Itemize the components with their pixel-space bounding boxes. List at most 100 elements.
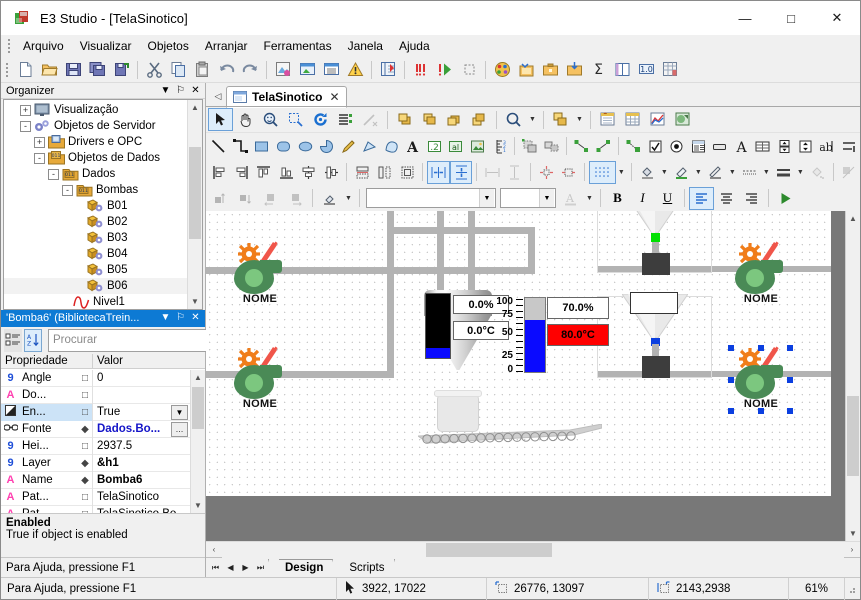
tree-item-bombas[interactable]: -011 Bombas [4, 182, 187, 198]
categorized-view-icon[interactable] [4, 328, 22, 352]
font-color-icon[interactable]: A [558, 187, 583, 210]
property-row[interactable]: A Do... □ [1, 386, 190, 405]
chevron-down-icon[interactable]: ▼ [693, 161, 705, 184]
align-text-center-icon[interactable] [714, 187, 739, 210]
listbox-icon[interactable] [687, 135, 709, 158]
property-row[interactable]: 9 Angle □ 0 [1, 370, 190, 388]
menu-objetos[interactable]: Objetos [140, 36, 197, 56]
property-value-cell[interactable]: Dados.Bo...… [93, 421, 190, 437]
center-vertically-icon[interactable] [449, 160, 473, 184]
tree-item-b05[interactable]: B05 [4, 262, 187, 278]
line-style-icon[interactable] [738, 161, 760, 184]
chart-object-icon[interactable] [670, 108, 695, 131]
selection-handle[interactable] [758, 345, 764, 351]
tree-item-visualiza-o[interactable]: + Visualização [4, 102, 187, 118]
chevron-down-icon[interactable]: ▼ [573, 108, 586, 131]
pencil-icon[interactable] [337, 135, 359, 158]
chevron-down-icon[interactable]: ▼ [658, 161, 670, 184]
chevron-down-icon[interactable]: ▼ [795, 161, 807, 184]
bring-to-front-icon[interactable] [392, 108, 417, 131]
close-icon[interactable]: ✕ [188, 83, 203, 98]
rectangle-icon[interactable] [251, 135, 273, 158]
selection-handle[interactable] [787, 377, 793, 383]
canvas-hscrollbar[interactable]: ‹ › [206, 541, 860, 558]
tree-item-nivel1[interactable]: Nivel1 [4, 294, 187, 310]
align-text-left-icon[interactable] [689, 186, 714, 210]
resize-grip-icon[interactable] [844, 577, 860, 600]
ellipse-icon[interactable] [294, 135, 316, 158]
tree-item-b01[interactable]: B01 [4, 198, 187, 214]
pin-icon[interactable]: ⚐ [173, 83, 188, 98]
property-row[interactable]: A Name ◆ Bomba6 [1, 471, 190, 490]
canvas-viewport[interactable]: 0.0% 0.0°C 100 75 50 25 0 70.0% 80.0°C N… [206, 211, 845, 541]
run-play-icon[interactable] [433, 59, 457, 81]
formula-icon[interactable]: 1.0 [634, 59, 658, 81]
close-icon[interactable]: ✕ [329, 90, 339, 104]
menu-visualizar[interactable]: Visualizar [72, 36, 140, 56]
same-width-icon[interactable] [351, 161, 373, 184]
property-value-cell[interactable]: Bomba6 [93, 474, 190, 486]
group-objects-icon[interactable] [519, 135, 541, 158]
tree-item-drivers-e-opc[interactable]: + Drivers e OPC [4, 134, 187, 150]
setpoint-icon[interactable]: al [445, 135, 467, 158]
scroll-left-icon[interactable]: ‹ [206, 542, 222, 558]
sum-sigma-icon[interactable]: Σ [586, 59, 610, 81]
alarm-object-icon[interactable] [595, 108, 620, 131]
checkbox-icon[interactable] [644, 135, 666, 158]
redo-arrow-icon[interactable] [238, 59, 262, 81]
save-all-icon[interactable] [85, 59, 109, 81]
equipment-box-bottom-right[interactable] [642, 356, 670, 378]
tree-item-b04[interactable]: B04 [4, 246, 187, 262]
stop-run-icon[interactable] [409, 59, 433, 81]
align-center-h-icon[interactable] [298, 161, 320, 184]
open-folder-icon[interactable] [37, 59, 61, 81]
library-icon[interactable] [514, 59, 538, 81]
scroll-thumb[interactable] [192, 387, 204, 430]
select-arrow-icon[interactable] [208, 108, 233, 131]
property-value-cell[interactable]: 0 [93, 372, 190, 384]
label-A-icon[interactable]: A [731, 135, 753, 158]
canvas-vscrollbar[interactable]: ▲ ▼ [845, 211, 860, 541]
line-color-icon[interactable] [670, 161, 692, 184]
tab-telasinotico[interactable]: TelaSinotico ✕ [226, 86, 347, 108]
dropdown-arrow-icon[interactable]: ▼ [171, 404, 188, 420]
copy-icon[interactable] [166, 59, 190, 81]
palette-icon[interactable] [490, 59, 514, 81]
stop-disabled-icon[interactable] [457, 59, 481, 81]
menu-janela[interactable]: Janela [340, 36, 391, 56]
equipment-box-top-right[interactable] [642, 253, 670, 275]
rotate-icon[interactable] [308, 108, 333, 131]
pump-top-left[interactable]: NOME [234, 241, 286, 305]
zoom-dropdown-icon[interactable] [501, 108, 526, 131]
link-begin-icon[interactable] [571, 135, 593, 158]
rounded-rect-icon[interactable] [273, 135, 295, 158]
link-end-icon[interactable] [592, 135, 614, 158]
save-icon[interactable] [61, 59, 85, 81]
image-icon[interactable] [467, 135, 489, 158]
same-size-icon[interactable] [396, 161, 418, 184]
align-text-right-icon[interactable] [739, 187, 764, 210]
pump-bottom-right[interactable]: NOME [728, 345, 793, 414]
property-row[interactable]: Fonte ◆ Dados.Bo...… [1, 420, 190, 439]
first-sheet-icon[interactable]: ⏮ [208, 559, 223, 577]
updown-icon[interactable] [795, 135, 817, 158]
scroll-thumb[interactable] [847, 396, 859, 476]
menu-arquivo[interactable]: Arquivo [15, 36, 72, 56]
polygon-icon[interactable] [359, 135, 381, 158]
paste-icon[interactable] [190, 59, 214, 81]
cut-scissors-icon[interactable] [142, 59, 166, 81]
fill-color-icon[interactable] [636, 161, 658, 184]
chevron-down-icon[interactable]: ▼ [158, 83, 173, 98]
search-input[interactable] [53, 334, 207, 347]
pump-bottom-left[interactable]: NOME [234, 346, 286, 410]
properties-vscrollbar[interactable]: ▲ ▼ [190, 370, 205, 513]
property-value-cell[interactable]: TelaSinotico [93, 491, 190, 503]
gauge-temperature-display[interactable]: 80.0°C [547, 324, 609, 346]
bold-icon[interactable]: B [605, 187, 630, 210]
space-down-icon[interactable] [504, 161, 526, 184]
alarm-warning-icon[interactable] [343, 59, 367, 81]
gauge-percent-display[interactable]: 70.0% [547, 297, 609, 319]
font-name-combo[interactable]: ▼ [366, 188, 496, 208]
report-icon[interactable] [319, 59, 343, 81]
space-across-icon[interactable] [481, 161, 503, 184]
